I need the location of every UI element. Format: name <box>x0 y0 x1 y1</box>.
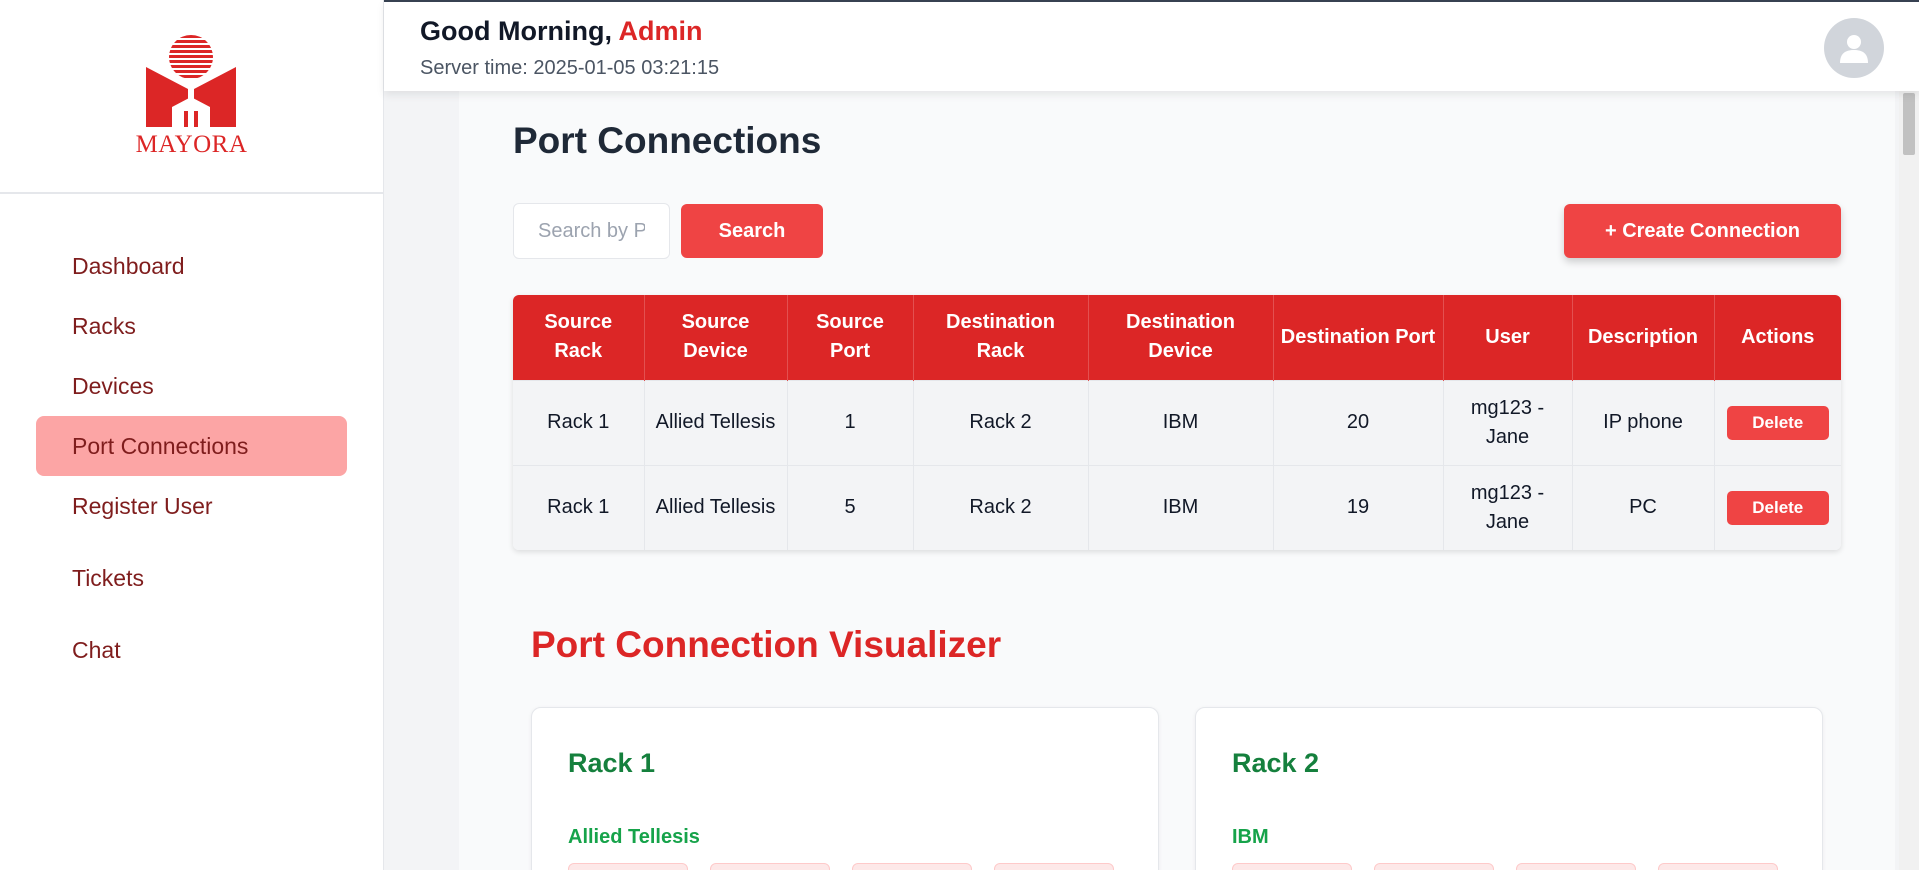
cell-description: PC <box>1572 464 1715 550</box>
greeting-text: Good Morning, <box>420 16 612 46</box>
rack-name: Rack 1 <box>568 748 656 778</box>
sidebar-nav: Dashboard Racks Devices Port Connections… <box>0 194 383 680</box>
cell-source-device: Allied Tellesis <box>644 379 788 465</box>
column-header-source-port: Source Port <box>787 295 914 380</box>
mayora-logo[interactable]: MAYORA <box>136 33 248 159</box>
port-list <box>568 863 1114 870</box>
connections-table: Source Rack Source Device Source Port De… <box>513 295 1841 550</box>
cell-user: mg123 - Jane <box>1443 379 1573 465</box>
port-slot[interactable] <box>1374 863 1494 870</box>
cell-actions: Delete <box>1714 379 1841 465</box>
sidebar-item-racks[interactable]: Racks <box>36 296 347 356</box>
cell-destination-rack: Rack 2 <box>913 464 1089 550</box>
top-header: Good Morning, Admin Server time: 2025-01… <box>384 0 1919 91</box>
column-header-destination-port: Destination Port <box>1273 295 1444 380</box>
cell-source-rack: Rack 1 <box>513 464 645 550</box>
page-title: Port Connections <box>513 120 822 161</box>
logo-area: MAYORA <box>0 0 383 194</box>
rack-card: Rack 2 IBM <box>1195 707 1823 870</box>
column-header-destination-rack: Destination Rack <box>913 295 1089 380</box>
device-name: Allied Tellesis <box>568 826 700 848</box>
rack-name: Rack 2 <box>1232 748 1320 778</box>
user-avatar[interactable] <box>1824 18 1884 78</box>
page-scrollbar[interactable] <box>1899 91 1919 870</box>
table-row: Rack 1 Allied Tellesis 1 Rack 2 IBM 20 m… <box>513 379 1841 465</box>
column-header-source-device: Source Device <box>644 295 788 380</box>
port-slot[interactable] <box>1658 863 1778 870</box>
scrollbar-thumb[interactable] <box>1903 93 1915 155</box>
delete-button[interactable]: Delete <box>1726 405 1829 440</box>
cell-actions: Delete <box>1714 464 1841 550</box>
sidebar-item-tickets[interactable]: Tickets <box>36 548 347 608</box>
search-button[interactable]: Search <box>681 204 823 258</box>
server-time: Server time: 2025-01-05 03:21:15 <box>420 57 720 79</box>
user-icon <box>1840 35 1868 63</box>
port-slot[interactable] <box>852 863 972 870</box>
table-header-row: Source Rack Source Device Source Port De… <box>513 295 1841 380</box>
cell-destination-device: IBM <box>1088 464 1274 550</box>
port-slot[interactable] <box>994 863 1114 870</box>
port-slot[interactable] <box>1516 863 1636 870</box>
cell-source-port: 1 <box>787 379 914 465</box>
greeting: Good Morning, Admin <box>420 16 702 47</box>
mayora-logo-icon <box>146 35 237 127</box>
port-list <box>1232 863 1778 870</box>
cell-destination-port: 19 <box>1273 464 1444 550</box>
sidebar-item-dashboard[interactable]: Dashboard <box>36 236 347 296</box>
rack-card: Rack 1 Allied Tellesis <box>531 707 1159 870</box>
device-name: IBM <box>1232 826 1269 848</box>
port-slot[interactable] <box>568 863 688 870</box>
greeting-user-name: Admin <box>618 16 703 46</box>
column-header-description: Description <box>1572 295 1715 380</box>
port-slot[interactable] <box>710 863 830 870</box>
visualizer-title: Port Connection Visualizer <box>531 624 1002 665</box>
cell-source-device: Allied Tellesis <box>644 464 788 550</box>
delete-button[interactable]: Delete <box>1726 490 1829 525</box>
cell-source-port: 5 <box>787 464 914 550</box>
cell-destination-device: IBM <box>1088 379 1274 465</box>
port-slot[interactable] <box>1232 863 1352 870</box>
search-input[interactable] <box>513 203 670 259</box>
sidebar-item-port-connections[interactable]: Port Connections <box>36 416 347 476</box>
table-row: Rack 1 Allied Tellesis 5 Rack 2 IBM 19 m… <box>513 464 1841 550</box>
column-header-user: User <box>1443 295 1573 380</box>
cell-source-rack: Rack 1 <box>513 379 645 465</box>
sidebar-item-register-user[interactable]: Register User <box>36 476 347 536</box>
column-header-actions: Actions <box>1714 295 1841 380</box>
cell-destination-rack: Rack 2 <box>913 379 1089 465</box>
column-header-source-rack: Source Rack <box>513 295 645 380</box>
create-connection-button[interactable]: + Create Connection <box>1564 204 1841 258</box>
column-header-destination-device: Destination Device <box>1088 295 1274 380</box>
logo-text: MAYORA <box>135 131 248 158</box>
cell-user: mg123 - Jane <box>1443 464 1573 550</box>
cell-destination-port: 20 <box>1273 379 1444 465</box>
sidebar-item-chat[interactable]: Chat <box>36 620 347 680</box>
cell-description: IP phone <box>1572 379 1715 465</box>
sidebar: MAYORA Dashboard Racks Devices Port Conn… <box>0 0 384 870</box>
sidebar-item-devices[interactable]: Devices <box>36 356 347 416</box>
